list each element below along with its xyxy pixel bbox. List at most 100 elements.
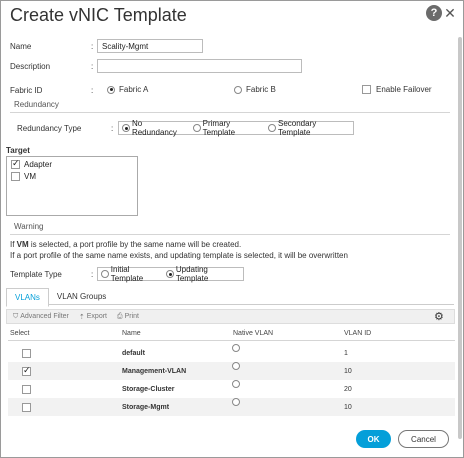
enable-failover-label: Enable Failover (376, 85, 432, 94)
tab-vlans[interactable]: VLANs (6, 288, 49, 307)
ok-button[interactable]: OK (356, 430, 391, 448)
colon: : (91, 270, 94, 279)
row-select-checkbox[interactable] (22, 365, 31, 376)
checkbox-icon (11, 171, 20, 181)
vlan-name: Storage-Cluster (122, 385, 175, 393)
radio-selected-icon (166, 270, 174, 278)
cancel-button[interactable]: Cancel (398, 430, 449, 448)
native-vlan-radio[interactable] (232, 398, 240, 406)
no-redundancy-label: No Redundancy (131, 119, 177, 137)
native-vlan-radio[interactable] (232, 362, 240, 370)
updating-template-label: Updating Template (175, 265, 209, 283)
table-row[interactable]: Storage-Cluster 20 (8, 380, 455, 398)
description-label: Description (10, 62, 51, 71)
fabric-b-radio[interactable]: Fabric B (234, 85, 276, 94)
colon: : (91, 42, 94, 51)
template-type-group: Initial Template Updating Template (97, 265, 244, 283)
vlan-name: Management-VLAN (122, 367, 187, 375)
print-label: Print (124, 313, 140, 320)
warning-line-2: If a port profile of the same name exist… (10, 251, 348, 260)
table-row[interactable]: Storage-Mgmt 10 (8, 398, 455, 416)
print-icon: ⎙ (117, 312, 123, 320)
warning-text: If (10, 240, 17, 249)
scrollbar[interactable] (458, 37, 462, 439)
advanced-filter-button[interactable]: ⛉ Advanced Filter (13, 313, 69, 321)
table-row[interactable]: Management-VLAN 10 (8, 362, 455, 380)
advanced-filter-label: Advanced Filter (20, 313, 69, 320)
dialog-title: Create vNIC Template (10, 5, 187, 25)
target-list: Adapter VM (6, 156, 138, 216)
radio-icon (234, 85, 242, 94)
fabric-a-radio[interactable]: Fabric A (107, 85, 148, 94)
radio-icon (101, 270, 109, 278)
table-toolbar: ⛉ Advanced Filter ⇡ Export ⎙ Print (6, 309, 455, 324)
print-button[interactable]: ⎙ Print (117, 313, 139, 321)
vlan-id: 10 (344, 403, 352, 411)
secondary-template-radio[interactable]: Secondary Template (267, 119, 351, 137)
column-header-native-vlan: Native VLAN (233, 330, 274, 337)
updating-template-radio[interactable]: Updating Template (165, 265, 241, 283)
description-input[interactable] (97, 59, 302, 73)
tab-bar: VLANs VLAN Groups (6, 288, 114, 307)
colon: : (91, 86, 94, 95)
divider (10, 234, 450, 235)
column-header-name: Name (122, 330, 141, 337)
redundancy-section-title: Redundancy (14, 100, 59, 109)
vlan-id: 10 (344, 367, 352, 375)
colon: : (91, 62, 94, 71)
help-icon[interactable]: ? (426, 5, 442, 21)
initial-template-label: Initial Template (110, 265, 144, 283)
redundancy-type-group: No Redundancy Primary Template Secondary… (118, 119, 354, 137)
gear-icon[interactable]: ⚙ (434, 310, 444, 323)
template-type-label: Template Type (10, 270, 62, 279)
row-select-checkbox[interactable] (22, 402, 31, 412)
close-icon[interactable]: ✕ (442, 5, 458, 21)
warning-text: is selected, a port profile by the same … (28, 240, 242, 249)
fabric-b-label: Fabric B (246, 85, 276, 94)
warning-section-title: Warning (14, 222, 44, 231)
vlan-id: 20 (344, 385, 352, 393)
warning-line-1: If VM is selected, a port profile by the… (10, 240, 241, 249)
export-icon: ⇡ (78, 313, 85, 321)
filter-icon: ⛉ (13, 312, 19, 320)
primary-template-radio[interactable]: Primary Template (192, 119, 265, 137)
create-vnic-template-dialog: Create vNIC Template ? ✕ Name : Descript… (0, 0, 464, 458)
row-select-checkbox[interactable] (22, 384, 31, 394)
vlan-id: 1 (344, 349, 348, 357)
table-row[interactable]: default 1 (8, 344, 455, 362)
native-vlan-radio[interactable] (232, 344, 240, 352)
export-button[interactable]: ⇡ Export (79, 313, 107, 321)
checkbox-checked-icon (11, 158, 20, 169)
radio-icon (268, 124, 276, 132)
target-item-vm[interactable]: VM (7, 170, 137, 182)
redundancy-type-label: Redundancy Type (17, 124, 82, 133)
target-item-label: Adapter (24, 159, 53, 169)
checkbox-icon (362, 85, 371, 94)
colon: : (111, 124, 114, 133)
radio-icon (192, 124, 201, 132)
target-item-adapter[interactable]: Adapter (7, 158, 137, 170)
initial-template-radio[interactable]: Initial Template (100, 265, 163, 283)
column-header-vlan-id: VLAN ID (344, 330, 372, 337)
column-header-select: Select (10, 330, 30, 337)
enable-failover-checkbox[interactable]: Enable Failover (362, 85, 432, 94)
export-label: Export (86, 313, 107, 320)
target-item-label: VM (24, 171, 36, 181)
vlan-name: default (122, 349, 145, 357)
name-input[interactable] (97, 39, 203, 53)
no-redundancy-radio[interactable]: No Redundancy (121, 119, 190, 137)
fabric-a-label: Fabric A (119, 85, 149, 94)
row-select-checkbox[interactable] (22, 348, 31, 358)
warning-bold-text: VM (16, 240, 29, 249)
tab-vlan-groups[interactable]: VLAN Groups (49, 288, 114, 305)
vlan-name: Storage-Mgmt (122, 403, 170, 411)
radio-selected-icon (107, 85, 115, 94)
name-label: Name (10, 42, 32, 51)
native-vlan-radio[interactable] (232, 380, 240, 388)
divider (10, 112, 450, 113)
fabric-id-label: Fabric ID (10, 86, 43, 95)
target-label: Target (6, 146, 30, 155)
primary-template-label: Primary Template (202, 119, 236, 137)
divider (8, 340, 455, 341)
secondary-template-label: Secondary Template (277, 119, 317, 137)
